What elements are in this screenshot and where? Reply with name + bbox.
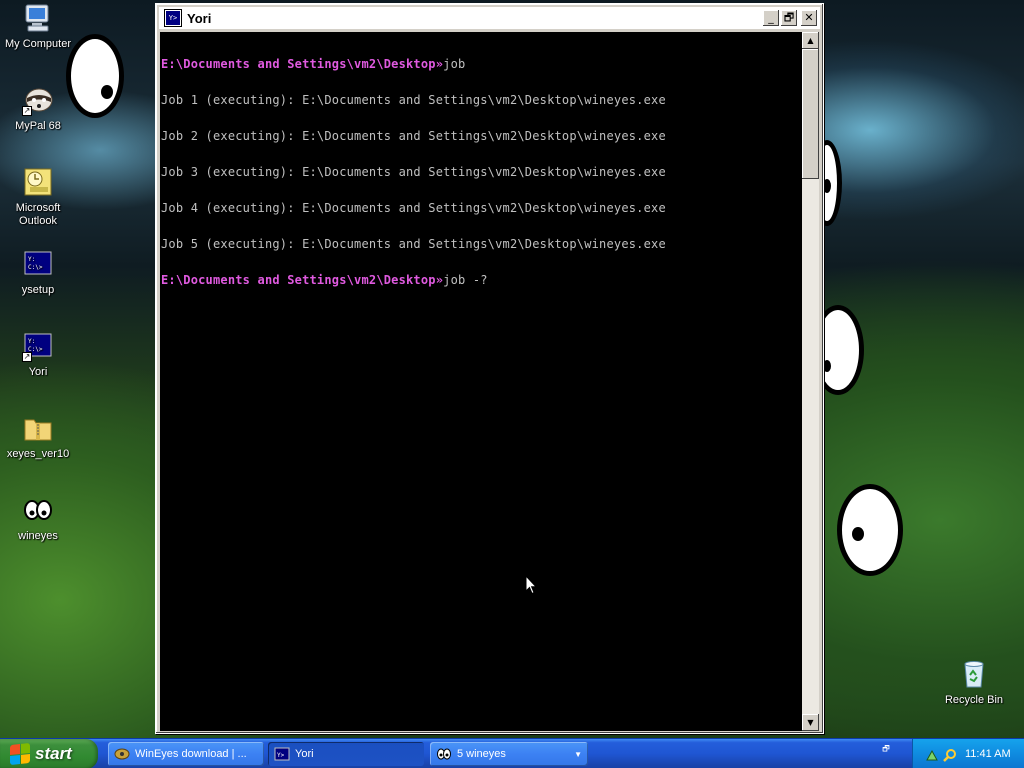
clock[interactable]: 11:41 AM xyxy=(965,748,1011,760)
yori-window: Y> Yori _ 🗗 ✕ E:\Documents and Settings\… xyxy=(155,3,824,734)
wineyes-icon xyxy=(114,746,130,762)
desktop-icon-yori[interactable]: Y: C:\> ↗ Yori xyxy=(0,330,76,379)
vertical-scrollbar[interactable]: ▲ ▼ xyxy=(802,32,819,731)
desktop-icon-label: xeyes_ver10 xyxy=(6,448,70,460)
zip-folder-icon xyxy=(22,412,54,444)
taskbar-item-wineyes-group[interactable]: 5 wineyes ▼ xyxy=(430,742,588,766)
console-output[interactable]: E:\Documents and Settings\vm2\Desktop»jo… xyxy=(160,32,802,731)
console-line: Job 5 (executing): E:\Documents and Sett… xyxy=(161,237,666,251)
console-command: job xyxy=(443,57,466,71)
desktop-icon-label: ysetup xyxy=(21,284,55,296)
outlook-icon xyxy=(22,166,54,198)
mypal-raccoon-icon: ↗ xyxy=(22,84,54,116)
svg-text:Y:: Y: xyxy=(28,256,35,263)
eyes-icon xyxy=(436,746,452,762)
scroll-down-button[interactable]: ▼ xyxy=(802,714,819,731)
desktop-icon-wineyes[interactable]: wineyes xyxy=(0,494,76,543)
windows-logo-icon xyxy=(10,742,30,766)
console-line: Job 4 (executing): E:\Documents and Sett… xyxy=(161,201,666,215)
eye-pupil xyxy=(852,527,864,541)
close-button[interactable]: ✕ xyxy=(801,10,817,26)
taskbar-item-label: 5 wineyes xyxy=(457,748,506,760)
console-prompt: E:\Documents and Settings\vm2\Desktop» xyxy=(161,57,444,71)
eye-pupil xyxy=(823,360,831,372)
recycle-bin-icon xyxy=(958,658,990,690)
console-command: job -? xyxy=(443,273,488,287)
desktop-icon-recycle-bin[interactable]: Recycle Bin xyxy=(936,658,1012,707)
scroll-thumb[interactable] xyxy=(802,49,819,179)
svg-text:Y:: Y: xyxy=(28,338,35,345)
mouse-cursor-icon xyxy=(525,575,537,595)
desktop-icon-my-computer[interactable]: My Computer xyxy=(0,2,76,51)
desktop-icon-mypal[interactable]: ↗ MyPal 68 xyxy=(0,84,76,133)
computer-icon xyxy=(22,2,54,34)
desktop-icon-outlook[interactable]: Microsoft Outlook xyxy=(0,166,76,228)
desktop-icon-label: Yori xyxy=(28,366,48,378)
shortcut-arrow-icon: ↗ xyxy=(22,352,32,362)
taskbar-item-label: WinEyes download | ... xyxy=(135,748,247,760)
network-icon[interactable] xyxy=(925,747,939,761)
minimize-button[interactable]: _ xyxy=(763,10,779,26)
desktop-icon-label: MyPal 68 xyxy=(15,120,61,132)
console-line: E:\Documents and Settings\vm2\Desktop»jo… xyxy=(161,274,802,286)
system-tray: 11:41 AM xyxy=(912,739,1024,768)
svg-text:C:\>: C:\> xyxy=(28,264,43,271)
start-label: start xyxy=(35,744,72,763)
console-line: E:\Documents and Settings\vm2\Desktop»jo… xyxy=(161,58,802,70)
eyes-icon xyxy=(22,494,54,526)
desktop-icon-label: Recycle Bin xyxy=(944,694,1004,706)
restore-button[interactable]: 🗗 xyxy=(781,10,797,26)
desktop-icon-ysetup[interactable]: Y: C:\> ysetup xyxy=(0,248,76,297)
window-titlebar[interactable]: Y> Yori _ 🗗 ✕ xyxy=(159,7,820,29)
yori-console-icon[interactable]: Y> xyxy=(164,9,182,27)
svg-text:Y>: Y> xyxy=(277,752,285,759)
console-line: Job 3 (executing): E:\Documents and Sett… xyxy=(161,165,666,179)
yori-icon: Y> xyxy=(274,746,290,762)
taskbar-item-yori[interactable]: Y> Yori xyxy=(268,742,424,766)
start-button[interactable]: start xyxy=(0,739,98,768)
desktop-icon-xeyes[interactable]: xeyes_ver10 xyxy=(0,412,76,461)
search-icon[interactable] xyxy=(943,747,957,762)
scroll-up-button[interactable]: ▲ xyxy=(802,32,819,49)
desktop-icon-label: My Computer xyxy=(4,38,72,50)
shortcut-arrow-icon: ↗ xyxy=(22,106,32,116)
desktop-icon-label: wineyes xyxy=(18,530,58,542)
taskbar: start WinEyes download | ... Y> Yori 5 w… xyxy=(0,738,1024,768)
console-line: Job 2 (executing): E:\Documents and Sett… xyxy=(161,129,666,143)
console-icon: Y: C:\> ↗ xyxy=(22,330,54,362)
window-title: Yori xyxy=(187,10,212,26)
taskbar-item-label: Yori xyxy=(295,748,314,760)
console-line: Job 1 (executing): E:\Documents and Sett… xyxy=(161,93,666,107)
wineyes-eye xyxy=(837,484,903,576)
console-icon: Y: C:\> xyxy=(22,248,54,280)
eye-pupil xyxy=(823,179,831,193)
eye-pupil xyxy=(101,85,113,99)
desktop-icon-label: Microsoft Outlook xyxy=(15,202,61,227)
taskbar-item-wineyes-download[interactable]: WinEyes download | ... xyxy=(108,742,264,766)
console-prompt: E:\Documents and Settings\vm2\Desktop» xyxy=(161,273,444,287)
chevron-down-icon: ▼ xyxy=(574,749,582,759)
taskbar-scroll-icon[interactable]: 🗗 xyxy=(880,744,892,764)
